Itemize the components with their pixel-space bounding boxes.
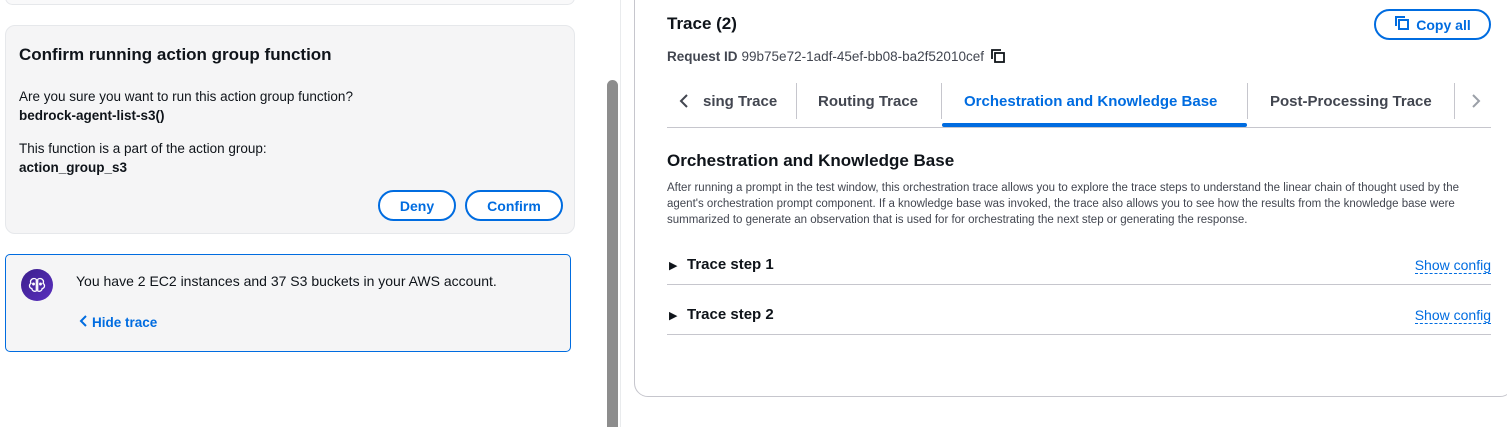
show-config-link[interactable]: Show config xyxy=(1414,307,1491,324)
tab-divider xyxy=(1247,83,1248,119)
hide-trace-link[interactable]: Hide trace xyxy=(79,315,157,330)
tab-routing-trace[interactable]: Routing Trace xyxy=(818,80,918,122)
confirm-action-card: Confirm running action group function Ar… xyxy=(5,25,575,234)
previous-message-card xyxy=(5,0,575,5)
request-id-label: Request ID xyxy=(667,48,738,64)
chevron-left-icon[interactable] xyxy=(673,90,695,112)
caret-right-icon: ▶ xyxy=(669,310,678,322)
function-name: bedrock-agent-list-s3() xyxy=(19,108,165,123)
trace-title: Trace (2) xyxy=(667,14,737,33)
tab-post-processing-trace[interactable]: Post-Processing Trace xyxy=(1270,80,1432,122)
chat-panel: Confirm running action group function Ar… xyxy=(0,0,605,427)
chat-scrollbar-thumb[interactable] xyxy=(607,80,618,427)
tab-divider xyxy=(941,83,942,119)
tab-divider xyxy=(796,83,797,119)
show-config-link[interactable]: Show config xyxy=(1414,257,1491,274)
tab-orchestration-knowledge-base[interactable]: Orchestration and Knowledge Base xyxy=(964,80,1217,122)
chevron-left-icon xyxy=(79,315,89,330)
agent-response-text: You have 2 EC2 instances and 37 S3 bucke… xyxy=(76,273,497,289)
deny-button[interactable]: Deny xyxy=(378,190,456,221)
agent-avatar-icon xyxy=(21,269,53,301)
trace-step-row[interactable]: ▶ Trace step 2 Show config xyxy=(667,303,1491,335)
copy-all-label: Copy all xyxy=(1416,16,1471,33)
request-id-row: Request ID 99b75e72-1adf-45ef-bb08-ba2f5… xyxy=(667,48,1006,64)
request-id-value: 99b75e72-1adf-45ef-bb08-ba2f52010cef xyxy=(741,48,984,64)
section-title: Orchestration and Knowledge Base xyxy=(667,151,955,170)
hide-trace-label: Hide trace xyxy=(92,315,158,330)
confirm-question: Are you sure you want to run this action… xyxy=(19,89,353,104)
trace-step-label: Trace step 1 xyxy=(687,256,774,273)
active-tab-indicator xyxy=(942,123,1247,127)
copy-request-id-icon[interactable] xyxy=(990,48,1006,64)
tab-pre-processing-trace[interactable]: sing Trace xyxy=(703,80,798,122)
action-group-label: This function is a part of the action gr… xyxy=(19,141,267,156)
chevron-right-icon[interactable] xyxy=(1465,90,1487,112)
agent-response-card: You have 2 EC2 instances and 37 S3 bucke… xyxy=(5,254,571,352)
trace-step-row[interactable]: ▶ Trace step 1 Show config xyxy=(667,253,1491,285)
trace-step-label: Trace step 2 xyxy=(687,306,774,323)
caret-right-icon: ▶ xyxy=(669,260,678,272)
confirm-button[interactable]: Confirm xyxy=(465,190,563,221)
confirm-title: Confirm running action group function xyxy=(19,45,332,64)
tab-divider xyxy=(1454,83,1455,119)
trace-tabs: sing Trace Routing Trace Orchestration a… xyxy=(667,80,1491,128)
section-description: After running a prompt in the test windo… xyxy=(667,182,1460,226)
action-group-name: action_group_s3 xyxy=(19,160,128,175)
copy-all-button[interactable]: Copy all xyxy=(1374,9,1491,40)
copy-icon xyxy=(1394,15,1410,34)
